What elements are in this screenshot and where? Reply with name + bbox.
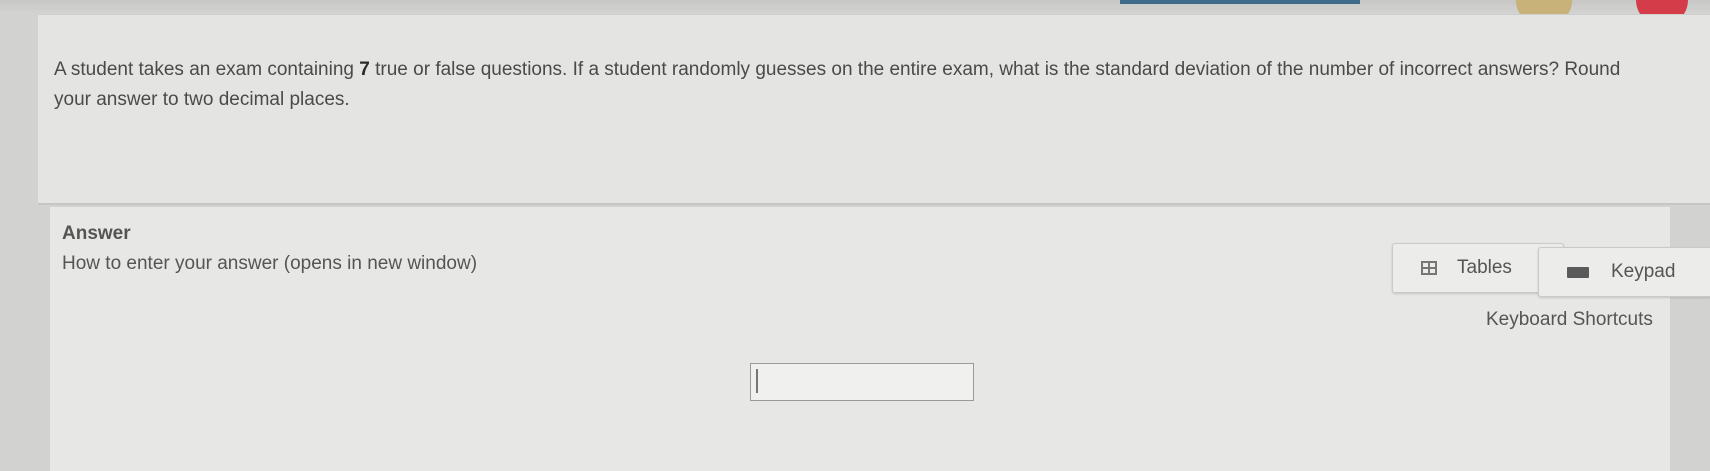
section-divider xyxy=(38,203,1710,205)
question-text: A student takes an exam containing 7 tru… xyxy=(54,55,1634,115)
answer-input[interactable] xyxy=(750,363,974,401)
answer-card: Answer How to enter your answer (opens i… xyxy=(50,207,1710,471)
keypad-button[interactable]: Keypad xyxy=(1538,247,1710,297)
answer-heading: Answer xyxy=(62,223,131,244)
question-number: 7 xyxy=(359,59,370,80)
keypad-button-label: Keypad xyxy=(1611,261,1676,282)
how-to-enter-answer-link[interactable]: How to enter your answer (opens in new w… xyxy=(62,253,477,275)
tables-button-label: Tables xyxy=(1457,257,1512,278)
top-strip xyxy=(0,0,1710,14)
table-grid-icon xyxy=(1421,261,1437,275)
top-bar-accent xyxy=(1120,0,1360,4)
text-caret xyxy=(756,369,758,393)
keyboard-icon xyxy=(1567,266,1589,278)
keyboard-shortcuts-link[interactable]: Keyboard Shortcuts xyxy=(1486,309,1653,331)
question-card: A student takes an exam containing 7 tru… xyxy=(38,14,1710,205)
question-text-before: A student takes an exam containing xyxy=(54,59,360,80)
